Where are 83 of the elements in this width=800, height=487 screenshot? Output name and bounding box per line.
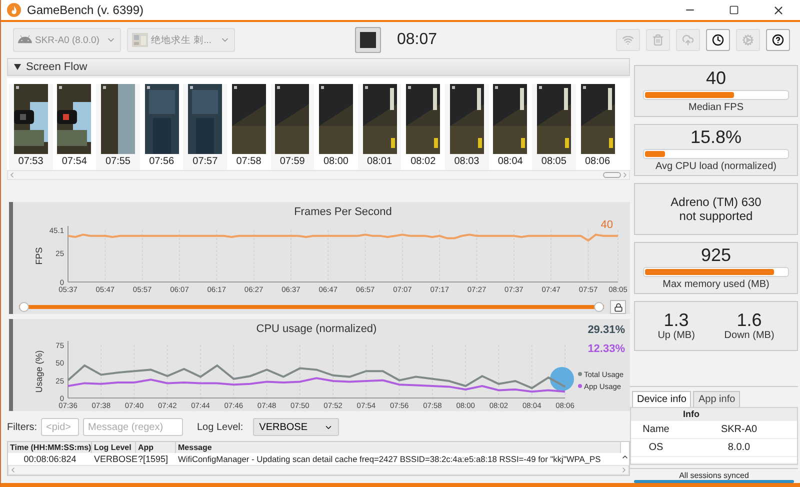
wifi-icon	[622, 34, 634, 46]
frame-time: 07:54	[62, 156, 87, 167]
axis-label: FPS	[34, 247, 44, 265]
frame-time: 08:00	[323, 156, 348, 167]
window-title: GameBench (v. 6399)	[27, 3, 145, 17]
settings-icon	[742, 34, 754, 46]
clock-icon	[712, 34, 724, 46]
message-field[interactable]: Message (regex)	[83, 418, 183, 436]
table-cell: OS	[631, 439, 681, 457]
legend-dot	[578, 372, 582, 376]
metric-value: 925	[700, 246, 732, 265]
time-range-slider[interactable]	[19, 305, 604, 309]
current-fps-reading: 40	[600, 219, 613, 231]
frame-time: 08:04	[498, 156, 523, 167]
help-button[interactable]	[766, 29, 790, 51]
info-tab[interactable]: Device info	[632, 391, 692, 407]
frame-time: 07:57	[192, 156, 218, 167]
close-icon	[772, 4, 784, 16]
help-icon	[772, 34, 784, 46]
scroll-right-icon[interactable]	[621, 171, 629, 179]
app-icon	[132, 33, 148, 47]
metric-value: 1.6	[736, 311, 762, 330]
metric-label: Max memory used (MB)	[662, 279, 770, 290]
lock-button[interactable]	[610, 300, 626, 314]
chart-title: CPU usage (normalized)	[256, 323, 377, 335]
cpu-reading: 29.31%	[588, 324, 625, 336]
table-cell-text: VERBOSE	[93, 453, 138, 465]
screen-flow-header[interactable]: Screen Flow	[7, 58, 630, 76]
horizontal-scrollbar[interactable]	[8, 465, 629, 475]
app-logo-icon	[7, 3, 21, 17]
frame-time: 07:58	[236, 156, 262, 167]
metric-label: Avg CPU load (normalized)	[656, 161, 776, 172]
frame-time: 08:06	[585, 156, 610, 167]
scroll-left-icon[interactable]	[8, 171, 16, 179]
column-header[interactable]: Message	[176, 442, 621, 453]
scroll-left-icon[interactable]	[9, 466, 17, 474]
metric-value: 1.3	[664, 311, 689, 330]
column-header[interactable]: App	[136, 442, 176, 453]
frame-time: 07:53	[18, 156, 44, 167]
metric-value: 15.8%	[690, 128, 742, 147]
chart-title: Frames Per Second	[294, 206, 392, 218]
frame-time: 08:01	[367, 156, 392, 167]
table-cell-text: ?[1595]	[138, 453, 170, 465]
metric-label: Down (MB)	[724, 330, 774, 341]
filters-label: Filters:	[7, 422, 37, 432]
session-timer: 08:07	[397, 31, 438, 49]
log-level-label: Log Level:	[197, 422, 244, 432]
maximize-icon	[729, 5, 739, 15]
column-header: Info	[681, 408, 797, 421]
frame-time: 08:02	[410, 156, 436, 167]
table-cell: 8.0.0	[681, 439, 797, 457]
metric-label: Up (MB)	[658, 330, 695, 341]
info-tab[interactable]: App info	[693, 391, 740, 407]
clock-button[interactable]	[706, 29, 730, 51]
scroll-right-icon[interactable]	[620, 466, 628, 474]
lock-icon	[614, 302, 622, 312]
gpu-message: not supported	[679, 209, 753, 223]
gpu-message: Adreno (TM) 630	[670, 195, 762, 209]
frame-time: 08:05	[541, 156, 566, 167]
log-level-dropdown[interactable]: VERBOSE	[253, 418, 340, 436]
legend-dot	[578, 384, 582, 388]
sync-status: All sessions synced	[679, 471, 749, 480]
metric-label: Median FPS	[688, 102, 744, 113]
scroll-up-icon[interactable]	[621, 453, 629, 461]
frame-time: 08:03	[454, 156, 480, 167]
column-header[interactable]: Time (HH:MM:SS:ms)	[8, 442, 92, 453]
frame-time: 07:56	[149, 156, 174, 167]
stop-button[interactable]	[355, 27, 381, 53]
table-cell-text: WifiConfigManager - Updating scan detail cache freq=2427 BSSID=38:2c:4a:e5:a8:18 RSSI=-49 for "kkj"WPA_PS	[177, 453, 602, 465]
horizontal-scrollbar[interactable]	[7, 170, 630, 180]
table-cell: Name	[631, 421, 681, 439]
table-cell: SKR-A0	[681, 421, 797, 439]
column-header[interactable]: Log Level	[92, 442, 136, 453]
trash-icon	[652, 34, 664, 46]
cloud-upload-icon	[682, 34, 694, 46]
frame-time: 07:59	[280, 156, 305, 167]
table-cell-text: 00:08:06:824	[22, 453, 78, 465]
axis-label: Usage (%)	[34, 350, 44, 393]
collapse-triangle-icon	[14, 64, 21, 70]
metric-value: 40	[706, 69, 726, 88]
pid-field[interactable]: <pid>	[41, 418, 79, 436]
frame-time: 07:55	[105, 156, 130, 167]
cpu-reading: 12.33%	[588, 343, 625, 355]
